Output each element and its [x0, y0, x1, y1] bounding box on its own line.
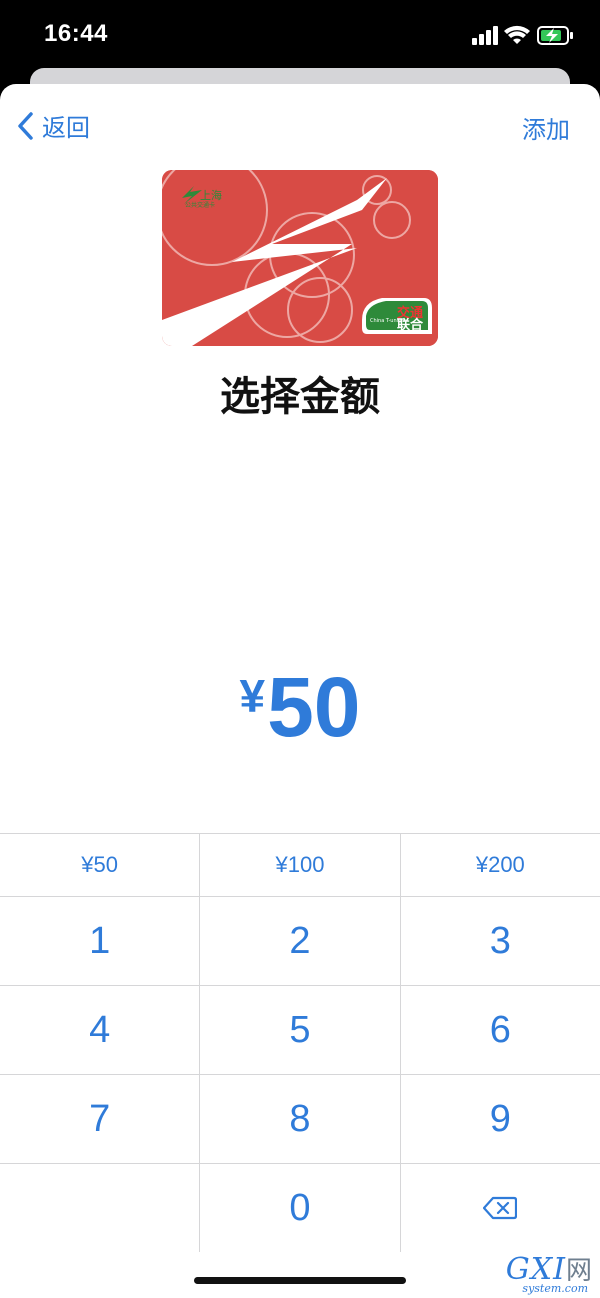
key-1[interactable]: 1 [0, 897, 199, 985]
keypad-row: 0 [0, 1164, 600, 1252]
key-2[interactable]: 2 [199, 897, 399, 985]
transit-card-image: 交通 联合 China T-union 上海 公共交通卡 [162, 170, 438, 346]
quick-amount-50[interactable]: ¥50 [0, 834, 199, 896]
currency-symbol: ¥ [239, 670, 266, 722]
status-bar: 16:44 [0, 0, 600, 70]
chevron-left-icon [18, 111, 33, 140]
key-3[interactable]: 3 [399, 897, 600, 985]
key-6[interactable]: 6 [399, 986, 600, 1074]
add-button[interactable]: 添加 [522, 110, 570, 145]
site-watermark: GXI网 system.com [506, 1250, 592, 1295]
amount-value: 50 [267, 660, 361, 754]
page-title: 选择金额 [220, 375, 380, 419]
watermark-sub: system.com [522, 1282, 588, 1295]
amount-keypad: ¥50 ¥100 ¥200 1 2 3 4 5 6 7 8 9 0 [0, 833, 600, 1252]
battery-charging-icon [537, 26, 573, 45]
key-4[interactable]: 4 [0, 986, 199, 1074]
key-9[interactable]: 9 [399, 1075, 600, 1163]
svg-text:China T-union: China T-union [370, 318, 404, 324]
back-label: 返回 [42, 115, 90, 142]
key-5[interactable]: 5 [199, 986, 399, 1074]
key-blank [0, 1164, 199, 1252]
add-card-sheet: 返回 添加 交通 联合 China T-union 上海 公共交通卡 选择金额 … [0, 84, 600, 1298]
key-8[interactable]: 8 [199, 1075, 399, 1163]
card-subtitle: 公共交通卡 [185, 203, 216, 209]
home-indicator [194, 1277, 406, 1284]
quick-amount-200[interactable]: ¥200 [399, 834, 600, 896]
status-icons [472, 22, 576, 52]
wifi-icon [504, 25, 530, 44]
quick-amount-row: ¥50 ¥100 ¥200 [0, 834, 600, 897]
cellular-signal-icon [472, 26, 498, 45]
key-7[interactable]: 7 [0, 1075, 199, 1163]
keypad-row: 4 5 6 [0, 986, 600, 1075]
backspace-icon [483, 1196, 518, 1220]
delete-key[interactable] [399, 1164, 600, 1252]
quick-amount-100[interactable]: ¥100 [199, 834, 399, 896]
keypad-row: 1 2 3 [0, 897, 600, 986]
back-button[interactable]: 返回 [16, 108, 90, 143]
t-union-badge: 交通 联合 China T-union [362, 298, 432, 334]
key-0[interactable]: 0 [199, 1164, 399, 1252]
amount-display: ¥50 [0, 659, 600, 756]
status-time: 16:44 [44, 20, 108, 47]
keypad-row: 7 8 9 [0, 1075, 600, 1164]
